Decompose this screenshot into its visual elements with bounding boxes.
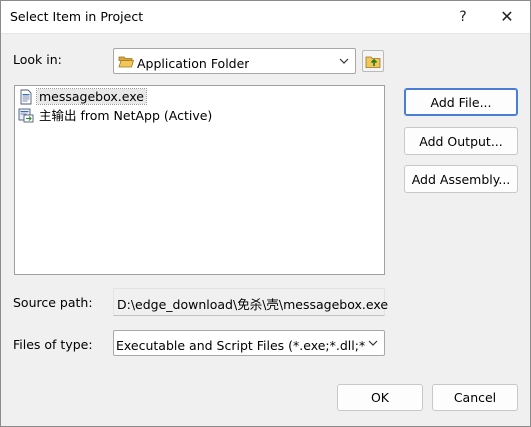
open-folder-icon: [118, 56, 134, 68]
look-in-label: Look in:: [13, 52, 62, 67]
cancel-button[interactable]: Cancel: [432, 384, 518, 411]
close-button[interactable]: ✕: [485, 1, 529, 33]
up-one-level-button[interactable]: [362, 50, 384, 72]
files-of-type-label: Files of type:: [13, 337, 93, 352]
look-in-dropdown[interactable]: Application Folder: [113, 48, 356, 74]
exe-file-icon: [20, 89, 32, 104]
dialog-window: Select Item in Project ? ✕ Look in: Appl…: [0, 0, 531, 427]
list-item-messagebox[interactable]: messagebox.exe: [18, 88, 147, 105]
project-output-icon: [18, 108, 34, 122]
title-bar: Select Item in Project ? ✕: [1, 1, 530, 34]
source-path-field: D:\edge_download\免杀\壳\messagebox.exe: [113, 288, 389, 316]
add-file-button[interactable]: Add File...: [404, 88, 518, 116]
source-path-value: D:\edge_download\免杀\壳\messagebox.exe: [117, 297, 389, 312]
files-of-type-value: Executable and Script Files (*.exe;*.dll…: [116, 338, 366, 353]
look-in-value: Application Folder: [137, 56, 250, 71]
list-item-label: messagebox.exe: [36, 88, 147, 105]
item-list[interactable]: messagebox.exe 主输出 from NetApp (Active): [14, 85, 385, 275]
chevron-down-icon: [368, 340, 378, 346]
folder-up-icon: [365, 56, 381, 68]
dialog-title: Select Item in Project: [10, 9, 144, 24]
list-item-label: 主输出 from NetApp (Active): [39, 108, 213, 123]
help-button[interactable]: ?: [441, 1, 485, 33]
files-of-type-dropdown[interactable]: Executable and Script Files (*.exe;*.dll…: [113, 330, 385, 356]
list-item-primary-output[interactable]: 主输出 from NetApp (Active): [18, 106, 214, 123]
ok-button[interactable]: OK: [337, 384, 423, 411]
add-assembly-button[interactable]: Add Assembly...: [404, 165, 518, 193]
add-output-button[interactable]: Add Output...: [404, 127, 518, 155]
source-path-label: Source path:: [13, 295, 93, 310]
chevron-down-icon: [339, 58, 349, 64]
